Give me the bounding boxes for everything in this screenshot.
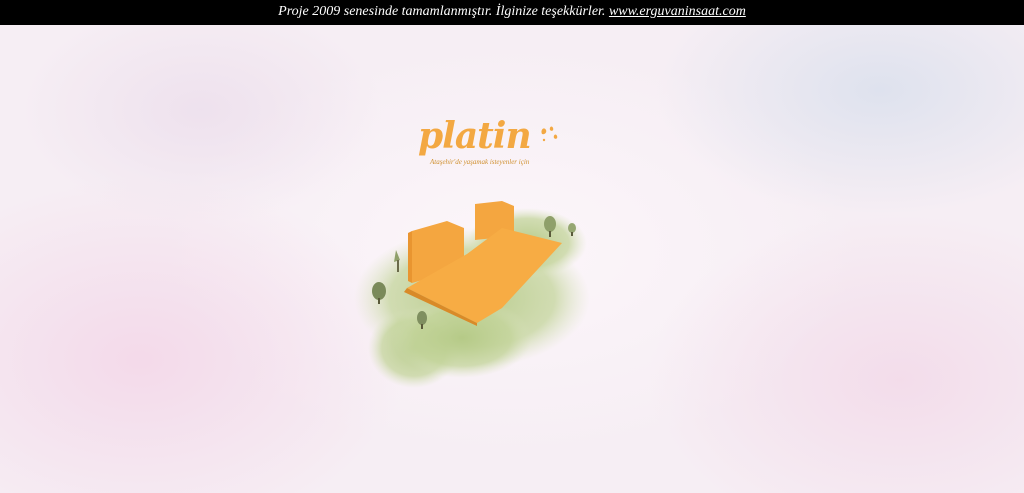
splash-page: Proje 2009 senesinde tamamlanmıştır. İlg… <box>0 0 1024 493</box>
logo-wordmark: platin <box>418 115 532 157</box>
completion-notice-text: Proje 2009 senesinde tamamlanmıştır. İlg… <box>278 4 606 19</box>
website-link[interactable]: www.erguvaninsaat.com <box>609 4 746 19</box>
top-notice-bar: Proje 2009 senesinde tamamlanmıştır. İlg… <box>0 0 1024 25</box>
logo-tagline: Ataşehir'de yaşamak isteyenler için <box>430 158 530 166</box>
building-illustration[interactable] <box>352 188 612 403</box>
drops-icon <box>541 126 558 142</box>
platin-logo[interactable]: platin Ataşehir'de yaşamak isteyenler iç… <box>412 112 572 172</box>
